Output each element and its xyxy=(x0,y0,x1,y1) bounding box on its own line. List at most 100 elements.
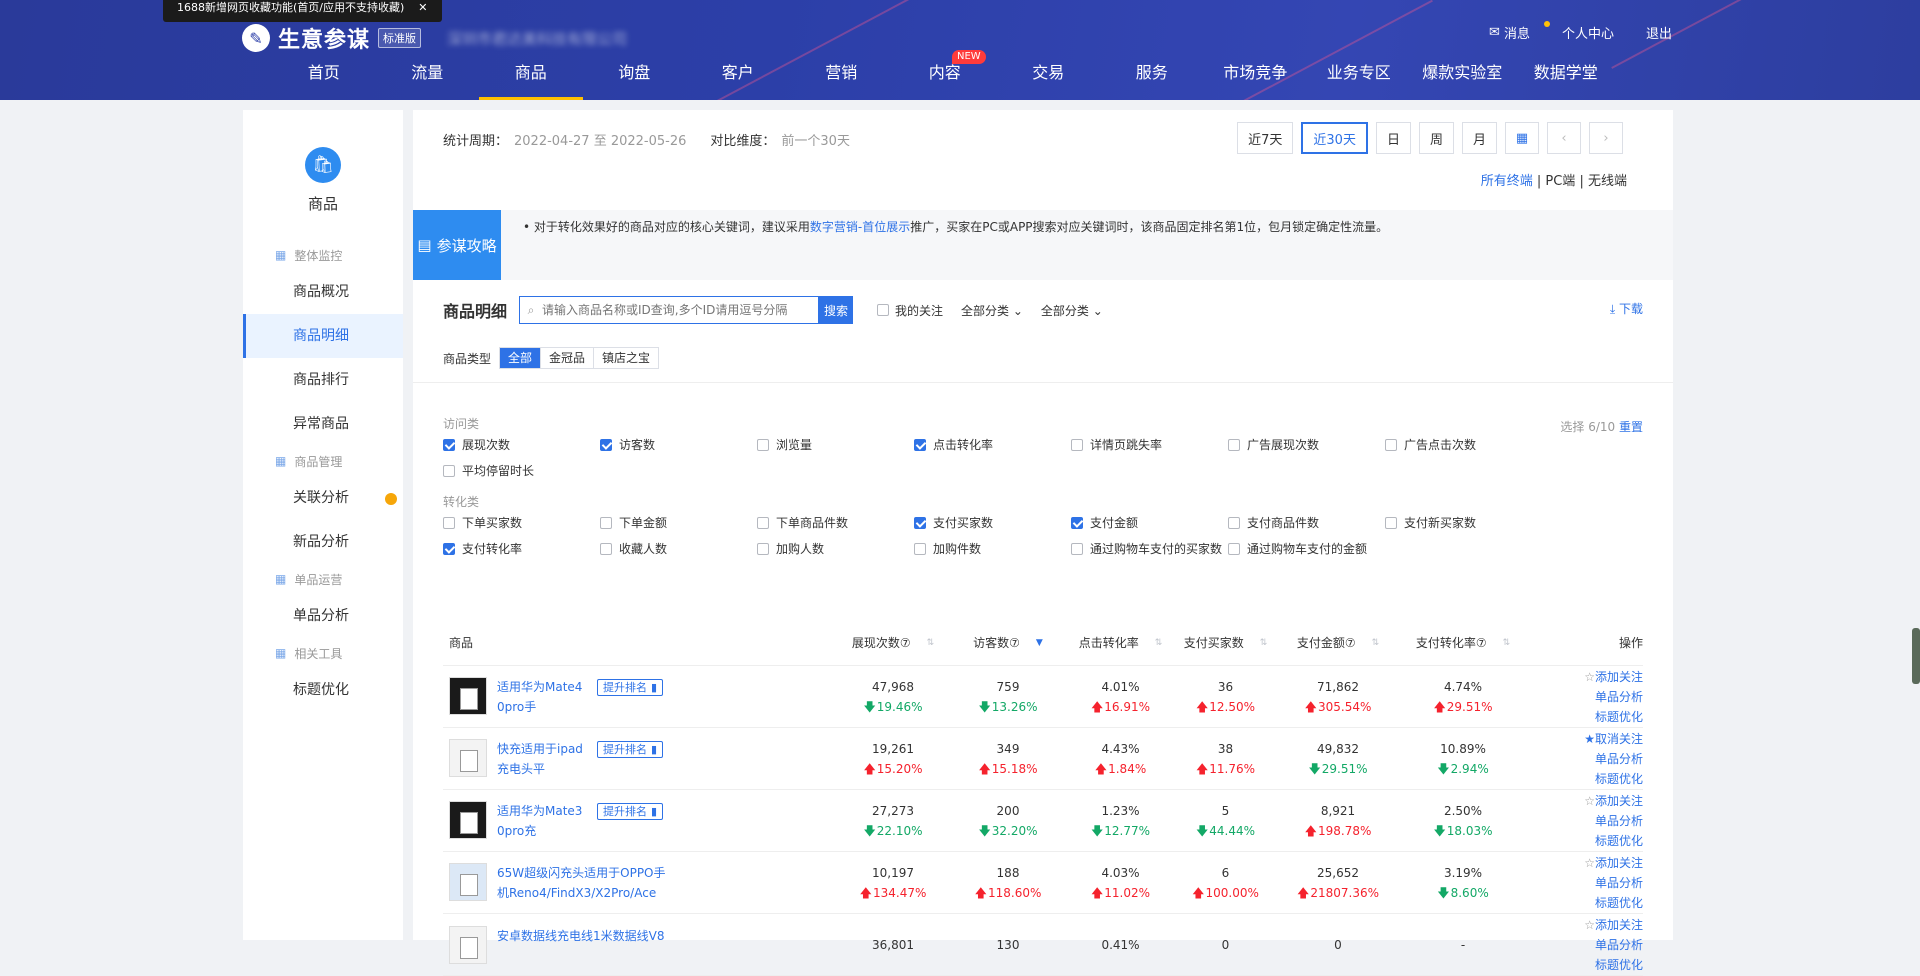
metric-checkbox[interactable]: 加购人数 xyxy=(757,540,914,557)
checkbox-box[interactable] xyxy=(1071,438,1083,451)
range-day-button[interactable]: 日 xyxy=(1375,122,1411,154)
type-golden[interactable]: 金冠品 xyxy=(541,348,595,368)
checkbox-box[interactable] xyxy=(443,464,455,477)
metric-checkbox[interactable]: 浏览量 xyxy=(757,436,914,453)
product-thumbnail[interactable] xyxy=(449,800,487,839)
product-thumbnail[interactable] xyxy=(449,925,487,964)
metric-checkbox[interactable]: 支付商品件数 xyxy=(1228,514,1385,531)
metric-checkbox[interactable]: 广告展现次数 xyxy=(1228,436,1385,453)
sort-icon[interactable]: ⇅ xyxy=(1155,638,1163,648)
boost-rank-button[interactable]: 提升排名 ▮ xyxy=(597,740,664,758)
checkbox-box[interactable] xyxy=(1071,516,1083,529)
nav-item-11[interactable]: 爆款实验室 xyxy=(1411,56,1515,100)
checkbox-box[interactable] xyxy=(600,438,612,451)
terminal-wireless[interactable]: 无线端 xyxy=(1588,174,1627,189)
title-optimize-link[interactable]: 标题优化 xyxy=(1528,831,1643,851)
checkbox-box[interactable] xyxy=(443,516,455,529)
sidebar-item[interactable]: 新品分析 xyxy=(243,520,403,564)
checkbox-box[interactable] xyxy=(1071,542,1083,555)
boost-rank-button[interactable]: 提升排名 ▮ xyxy=(597,802,664,820)
metric-checkbox[interactable]: 支付金额 xyxy=(1071,514,1228,531)
checkbox-box[interactable] xyxy=(757,438,769,451)
nav-item-8[interactable]: 服务 xyxy=(1100,56,1204,100)
nav-item-9[interactable]: 市场竞争 xyxy=(1204,56,1308,100)
column-header[interactable]: 展现次数⑦ ⇅ xyxy=(838,634,948,651)
column-header[interactable]: 支付金额⑦ ⇅ xyxy=(1278,634,1398,651)
download-link[interactable]: ⤓ 下载 xyxy=(1610,300,1643,317)
single-analysis-link[interactable]: 单品分析 xyxy=(1528,811,1643,831)
sidebar-item[interactable]: 商品明细 xyxy=(243,314,403,358)
column-header[interactable]: 点击转化率 ⇅ xyxy=(1068,634,1173,651)
nav-item-5[interactable]: 营销 xyxy=(790,56,894,100)
sort-icon[interactable]: ⇅ xyxy=(1260,638,1268,648)
product-thumbnail[interactable] xyxy=(449,738,487,777)
metric-checkbox[interactable]: 展现次数 xyxy=(443,436,600,453)
nav-item-6[interactable]: 内容 NEW xyxy=(893,50,997,100)
sidebar-item[interactable]: 商品概况 xyxy=(243,270,403,314)
metric-checkbox[interactable]: 广告点击次数 xyxy=(1385,436,1542,453)
follow-link[interactable]: 添加关注 xyxy=(1528,853,1643,873)
metric-checkbox[interactable]: 详情页跳失率 xyxy=(1071,436,1228,453)
scrollbar-handle[interactable] xyxy=(1912,628,1920,684)
product-name-link[interactable]: 65W超级闪充头适用于OPPO手机Reno4/FindX3/X2Pro/Ace xyxy=(497,863,677,903)
user-center-link[interactable]: 个人中心 xyxy=(1562,23,1614,42)
search-input[interactable] xyxy=(542,303,819,317)
terminal-all[interactable]: 所有终端 xyxy=(1481,174,1533,189)
checkbox-box[interactable] xyxy=(1228,516,1240,529)
sidebar-item[interactable]: 关联分析 xyxy=(243,476,403,520)
checkbox-box[interactable] xyxy=(1228,438,1240,451)
checkbox-box[interactable] xyxy=(914,542,926,555)
metric-checkbox[interactable]: 访客数 xyxy=(600,436,757,453)
metric-checkbox[interactable]: 加购件数 xyxy=(914,540,1071,557)
terminal-pc[interactable]: PC端 xyxy=(1545,174,1575,189)
single-analysis-link[interactable]: 单品分析 xyxy=(1528,935,1643,955)
boost-rank-button[interactable]: 提升排名 ▮ xyxy=(597,678,664,696)
sidebar-item[interactable]: 商品排行 xyxy=(243,358,403,402)
metric-checkbox[interactable]: 通过购物车支付的金额 xyxy=(1228,540,1385,557)
search-button[interactable]: 搜索 xyxy=(819,296,854,324)
metric-checkbox[interactable]: 收藏人数 xyxy=(600,540,757,557)
product-name-link[interactable]: 安卓数据线充电线1米数据线V8 xyxy=(497,926,677,946)
metric-checkbox[interactable]: 支付新买家数 xyxy=(1385,514,1542,531)
title-optimize-link[interactable]: 标题优化 xyxy=(1528,955,1643,975)
metric-checkbox[interactable]: 平均停留时长 xyxy=(443,462,600,479)
range-month-button[interactable]: 月 xyxy=(1461,122,1497,154)
metric-checkbox[interactable]: 通过购物车支付的买家数 xyxy=(1071,540,1228,557)
logout-link[interactable]: 退出 xyxy=(1646,23,1672,42)
prev-arrow-icon[interactable]: ‹ xyxy=(1547,122,1581,154)
range-week-button[interactable]: 周 xyxy=(1418,122,1454,154)
follow-link[interactable]: 添加关注 xyxy=(1528,791,1643,811)
sort-icon[interactable]: ⇅ xyxy=(1372,638,1380,648)
single-analysis-link[interactable]: 单品分析 xyxy=(1528,749,1643,769)
sidebar-item[interactable]: 异常商品 xyxy=(243,402,403,446)
product-name-link[interactable]: 适用华为Mate30pro充 xyxy=(497,801,587,841)
product-name-link[interactable]: 适用华为Mate40pro手 xyxy=(497,677,587,717)
calendar-icon[interactable]: ▦ xyxy=(1505,122,1539,154)
range-7d-button[interactable]: 近7天 xyxy=(1237,122,1294,154)
checkbox-box[interactable] xyxy=(443,438,455,451)
brand-logo[interactable]: ✎ 生意参谋 标准版 深圳市君达美科技有限公司 xyxy=(242,22,627,54)
follow-link[interactable]: 取消关注 xyxy=(1528,729,1643,749)
checkbox-box[interactable] xyxy=(914,516,926,529)
category-dropdown-2[interactable]: 全部分类 ⌄ xyxy=(1041,302,1103,319)
nav-item-4[interactable]: 客户 xyxy=(686,56,790,100)
product-thumbnail[interactable] xyxy=(449,862,487,901)
nav-item-12[interactable]: 数据学堂 xyxy=(1514,56,1618,100)
nav-item-7[interactable]: 交易 xyxy=(997,56,1101,100)
follow-link[interactable]: 添加关注 xyxy=(1528,667,1643,687)
checkbox-box[interactable] xyxy=(1228,542,1240,555)
close-icon[interactable]: ✕ xyxy=(418,0,427,16)
type-treasure[interactable]: 镇店之宝 xyxy=(594,348,658,368)
metric-checkbox[interactable]: 支付买家数 xyxy=(914,514,1071,531)
metric-checkbox[interactable]: 点击转化率 xyxy=(914,436,1071,453)
title-optimize-link[interactable]: 标题优化 xyxy=(1528,893,1643,913)
nav-item-10[interactable]: 业务专区 xyxy=(1307,56,1411,100)
sort-icon[interactable]: ▼ xyxy=(1036,638,1043,648)
nav-item-2[interactable]: 商品 xyxy=(479,56,583,100)
range-30d-button[interactable]: 近30天 xyxy=(1301,122,1368,154)
checkbox-box[interactable] xyxy=(757,516,769,529)
nav-item-0[interactable]: 首页 xyxy=(272,56,376,100)
nav-item-3[interactable]: 询盘 xyxy=(583,56,687,100)
column-header[interactable]: 支付转化率⑦ ⇅ xyxy=(1398,634,1528,651)
column-header[interactable]: 访客数⑦ ▼ xyxy=(948,634,1068,651)
